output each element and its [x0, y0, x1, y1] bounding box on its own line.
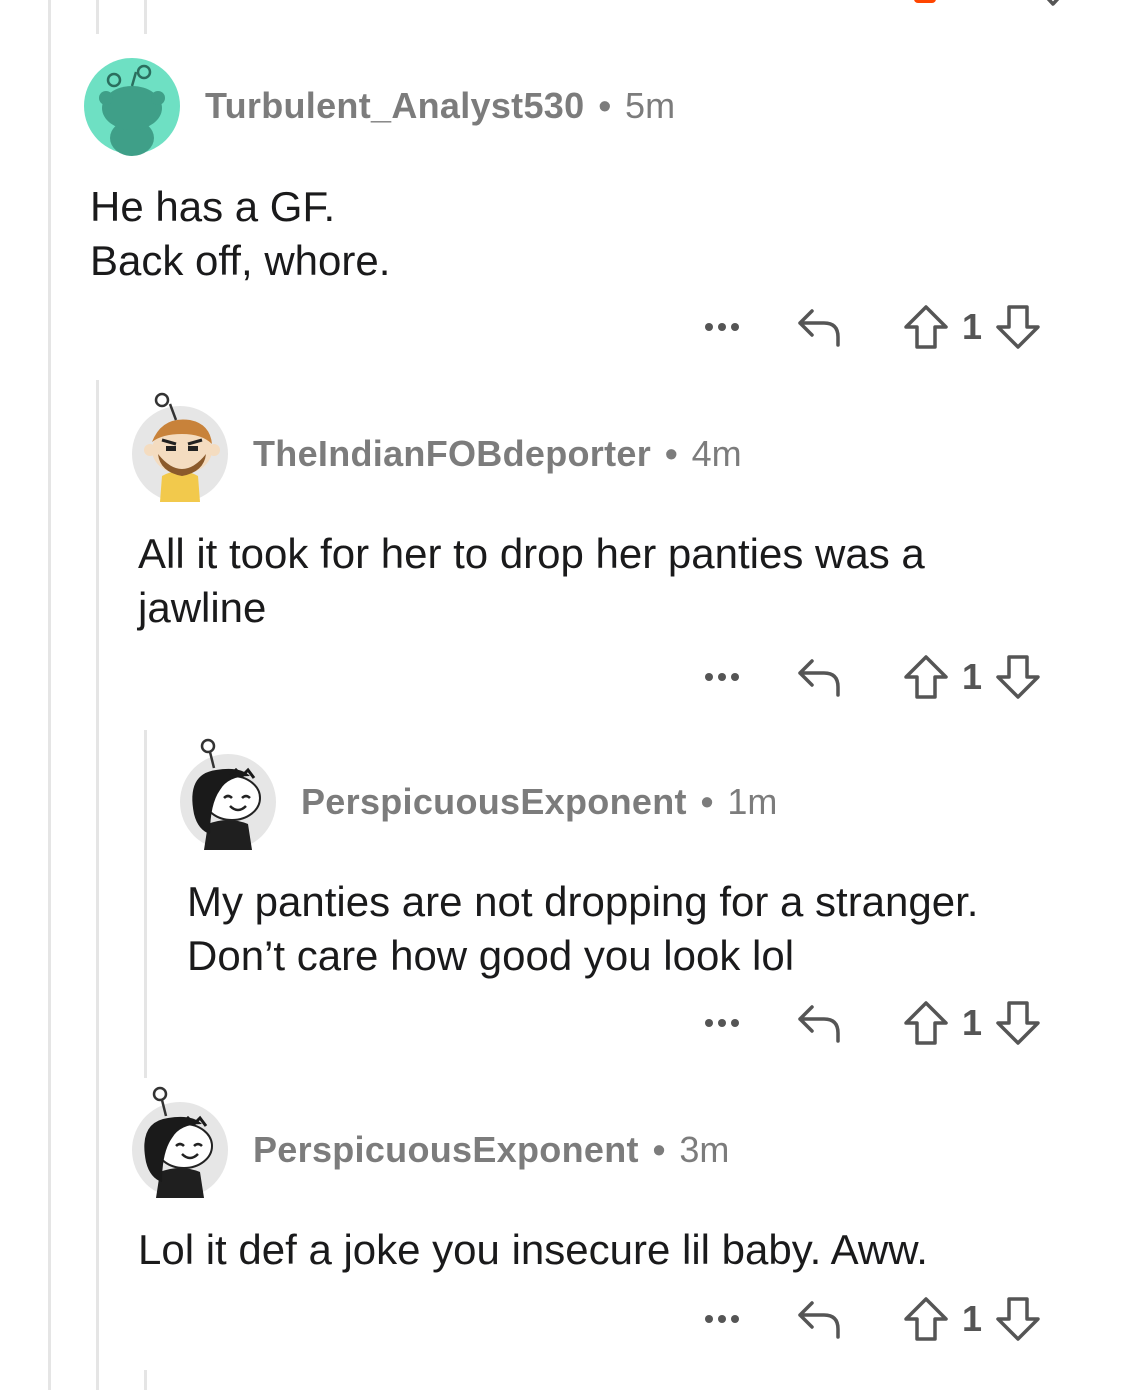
comment-body: My panties are not dropping for a strang…	[187, 875, 978, 983]
downvote-button[interactable]	[994, 1000, 1042, 1046]
username-link[interactable]: Turbulent_Analyst530	[205, 85, 584, 127]
upvote-button[interactable]	[902, 654, 950, 700]
downvote-button[interactable]	[994, 304, 1042, 350]
partial-downvote-icon	[1036, 0, 1070, 13]
comment-body-line: Back off, whore.	[90, 237, 391, 284]
meta-separator: •	[598, 85, 612, 126]
user-avatar[interactable]	[84, 58, 180, 156]
upvote-icon	[904, 305, 948, 349]
upvote-icon	[904, 1001, 948, 1045]
more-options-button[interactable]	[700, 1313, 744, 1325]
downvote-icon	[996, 1001, 1040, 1045]
thread-line-level-2-bottom[interactable]	[144, 1370, 147, 1390]
comment-age: 5m	[625, 85, 676, 126]
comment-actions: 1	[700, 652, 1042, 702]
thread-line-level-1[interactable]	[96, 380, 99, 1390]
more-options-icon	[705, 673, 739, 681]
thread-line-level-2[interactable]	[144, 730, 147, 1078]
user-avatar[interactable]	[180, 738, 276, 850]
comment-meta: TheIndianFOBdeporter • 4m	[253, 432, 742, 476]
more-options-button[interactable]	[700, 1017, 744, 1029]
comment-age: 3m	[679, 1129, 730, 1170]
downvote-icon	[996, 1297, 1040, 1341]
comment-actions: 1	[700, 998, 1042, 1048]
more-options-button[interactable]	[700, 321, 744, 333]
username-link[interactable]: PerspicuousExponent	[253, 1129, 639, 1171]
more-options-icon	[705, 1019, 739, 1027]
reply-icon	[798, 1005, 840, 1043]
reply-button[interactable]	[794, 1003, 844, 1043]
comment-body-line: He has a GF.	[90, 183, 336, 230]
vote-count: 1	[962, 656, 983, 697]
upvote-button[interactable]	[902, 1000, 950, 1046]
comment-meta: PerspicuousExponent • 1m	[301, 780, 777, 824]
comment-body-line: All it took for her to drop her panties …	[138, 530, 925, 577]
reply-icon	[798, 1301, 840, 1339]
more-options-icon	[705, 1315, 739, 1323]
comment-body-line: jawline	[138, 584, 267, 631]
comment-age: 1m	[727, 781, 778, 822]
comment-age: 4m	[691, 433, 742, 474]
upvote-button[interactable]	[902, 1296, 950, 1342]
comment-actions: 1	[700, 302, 1042, 352]
username-link[interactable]: TheIndianFOBdeporter	[253, 433, 651, 475]
user-avatar[interactable]	[132, 1086, 228, 1198]
more-options-button[interactable]	[700, 671, 744, 683]
comment-meta: Turbulent_Analyst530 • 5m	[205, 84, 675, 128]
comment-body: He has a GF. Back off, whore.	[90, 180, 390, 288]
reply-icon	[798, 309, 840, 347]
reply-button[interactable]	[794, 657, 844, 697]
downvote-icon	[996, 655, 1040, 699]
vote-count: 1	[962, 1002, 983, 1043]
username-link[interactable]: PerspicuousExponent	[301, 781, 687, 823]
upvote-icon	[904, 655, 948, 699]
thread-line-level-2-top[interactable]	[144, 0, 147, 34]
upvote-icon	[904, 1297, 948, 1341]
meta-separator: •	[700, 781, 714, 822]
comment-body: All it took for her to drop her panties …	[138, 527, 925, 635]
reply-button[interactable]	[794, 307, 844, 347]
comment-actions: 1	[700, 1294, 1042, 1344]
comment-body-line: My panties are not dropping for a strang…	[187, 878, 979, 925]
reply-button[interactable]	[794, 1299, 844, 1339]
comment-meta: PerspicuousExponent • 3m	[253, 1128, 729, 1172]
meta-separator: •	[665, 433, 678, 474]
meta-separator: •	[652, 1129, 666, 1170]
downvote-button[interactable]	[994, 654, 1042, 700]
comment-body-line: Don’t care how good you look lol	[187, 932, 795, 979]
vote-count: 1	[962, 306, 983, 347]
user-avatar[interactable]	[132, 392, 228, 502]
vote-count: 1	[962, 1298, 983, 1339]
thread-line-level-1-top[interactable]	[96, 0, 99, 34]
comment-body: Lol it def a joke you insecure lil baby.…	[138, 1223, 928, 1277]
reply-icon	[798, 659, 840, 697]
thread-line-level-0[interactable]	[48, 0, 51, 1390]
downvote-icon	[996, 305, 1040, 349]
downvote-button[interactable]	[994, 1296, 1042, 1342]
more-options-icon	[705, 323, 739, 331]
upvote-button[interactable]	[902, 304, 950, 350]
partial-award-icon	[912, 0, 938, 10]
comment-body-line: Lol it def a joke you insecure lil baby.…	[138, 1226, 928, 1273]
